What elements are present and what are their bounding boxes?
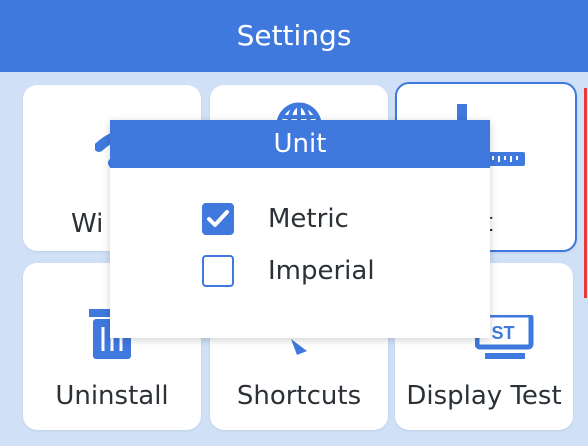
settings-header: Settings [0, 0, 588, 72]
display-test-badge: ST [491, 323, 514, 343]
page-title: Settings [236, 19, 352, 52]
tile-uninstall-label: Uninstall [55, 381, 169, 411]
unit-dialog: Unit Metric Imperial [110, 120, 490, 338]
imperial-checkbox[interactable] [202, 255, 234, 287]
option-imperial[interactable]: Imperial [202, 253, 375, 289]
metric-label: Metric [268, 204, 349, 234]
checkmark-icon [207, 210, 229, 227]
tile-wifi-label: Wi [71, 209, 104, 239]
option-metric[interactable]: Metric [202, 201, 349, 237]
tile-display-test-label: Display Test [406, 381, 562, 411]
shortcut-icon [287, 337, 311, 361]
tile-shortcuts-label: Shortcuts [236, 381, 362, 411]
metric-checkbox[interactable] [202, 203, 234, 235]
imperial-label: Imperial [268, 256, 375, 286]
edge-marker [584, 88, 587, 298]
unit-dialog-title: Unit [110, 120, 490, 168]
